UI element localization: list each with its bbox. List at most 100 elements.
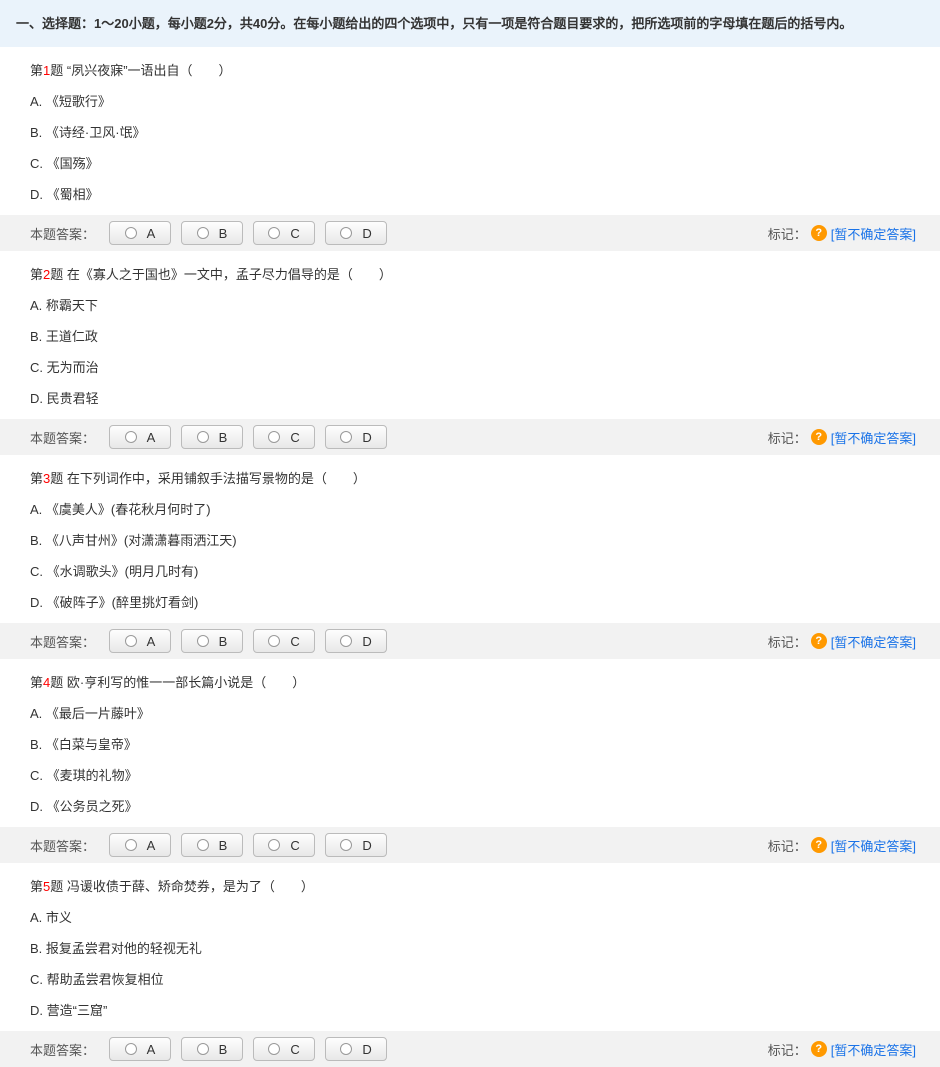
question-option: C. 《麦琪的礼物》 bbox=[30, 766, 940, 787]
q-suffix: 题 bbox=[50, 267, 63, 282]
answer-letter: D bbox=[362, 1042, 371, 1057]
radio-icon bbox=[125, 635, 137, 647]
answer-button-c[interactable]: C bbox=[253, 833, 315, 857]
radio-icon bbox=[125, 839, 137, 851]
mark-label: 标记： bbox=[768, 1040, 807, 1059]
question-option: D. 《破阵子》(醉里挑灯看剑) bbox=[30, 593, 940, 614]
answer-left: 本题答案： A B C D bbox=[30, 425, 387, 449]
radio-icon bbox=[197, 227, 209, 239]
question-option: A. 市义 bbox=[30, 908, 940, 929]
answer-button-b[interactable]: B bbox=[181, 425, 243, 449]
question-option: C. 《水调歌头》(明月几时有) bbox=[30, 562, 940, 583]
q-prefix: 第 bbox=[30, 63, 43, 78]
help-icon[interactable]: ? bbox=[811, 837, 827, 853]
answer-label: 本题答案： bbox=[30, 1040, 95, 1059]
uncertain-answer-link[interactable]: [暂不确定答案] bbox=[831, 224, 916, 243]
help-icon[interactable]: ? bbox=[811, 633, 827, 649]
answer-left: 本题答案： A B C D bbox=[30, 1037, 387, 1061]
answer-button-d[interactable]: D bbox=[325, 1037, 387, 1061]
answer-letter: A bbox=[147, 226, 156, 241]
q-stem: 冯谖收债于薛、矫命焚券，是为了（ ） bbox=[67, 879, 314, 894]
question-title: 第5题 冯谖收债于薛、矫命焚券，是为了（ ） bbox=[30, 877, 940, 898]
answer-letter: C bbox=[290, 634, 299, 649]
help-icon[interactable]: ? bbox=[811, 1041, 827, 1057]
answer-letter: D bbox=[362, 430, 371, 445]
question-option: B. 《诗经·卫风·氓》 bbox=[30, 123, 940, 144]
q-suffix: 题 bbox=[50, 63, 63, 78]
q-stem: “夙兴夜寐”一语出自（ ） bbox=[67, 63, 232, 78]
answer-right: 标记： ? [暂不确定答案] bbox=[768, 1040, 928, 1059]
question-option: A. 《虞美人》(春花秋月何时了) bbox=[30, 500, 940, 521]
answer-button-d[interactable]: D bbox=[325, 221, 387, 245]
answer-right: 标记： ? [暂不确定答案] bbox=[768, 836, 928, 855]
question-option: B. 《八声甘州》(对潇潇暮雨洒江天) bbox=[30, 531, 940, 552]
radio-icon bbox=[268, 227, 280, 239]
question-option: C. 无为而治 bbox=[30, 358, 940, 379]
answer-label: 本题答案： bbox=[30, 428, 95, 447]
answer-button-a[interactable]: A bbox=[109, 629, 171, 653]
q-prefix: 第 bbox=[30, 879, 43, 894]
uncertain-answer-link[interactable]: [暂不确定答案] bbox=[831, 1040, 916, 1059]
answer-button-a[interactable]: A bbox=[109, 1037, 171, 1061]
answer-label: 本题答案： bbox=[30, 836, 95, 855]
question-option: A. 《短歌行》 bbox=[30, 92, 940, 113]
uncertain-answer-link[interactable]: [暂不确定答案] bbox=[831, 428, 916, 447]
answer-button-c[interactable]: C bbox=[253, 1037, 315, 1061]
q-prefix: 第 bbox=[30, 471, 43, 486]
answer-button-b[interactable]: B bbox=[181, 221, 243, 245]
uncertain-answer-link[interactable]: [暂不确定答案] bbox=[831, 836, 916, 855]
answer-button-a[interactable]: A bbox=[109, 425, 171, 449]
question-option: D. 民贵君轻 bbox=[30, 389, 940, 410]
answer-bar: 本题答案： A B C D 标记： ? [暂不确定答案] bbox=[0, 827, 940, 863]
q-suffix: 题 bbox=[50, 879, 63, 894]
answer-button-b[interactable]: B bbox=[181, 833, 243, 857]
answer-letter: C bbox=[290, 430, 299, 445]
radio-icon bbox=[125, 1043, 137, 1055]
uncertain-answer-link[interactable]: [暂不确定答案] bbox=[831, 632, 916, 651]
answer-button-b[interactable]: B bbox=[181, 1037, 243, 1061]
answer-letter: B bbox=[219, 634, 228, 649]
answer-button-d[interactable]: D bbox=[325, 629, 387, 653]
answer-button-a[interactable]: A bbox=[109, 221, 171, 245]
radio-icon bbox=[268, 1043, 280, 1055]
question-block: 第2题 在《寡人之于国也》一文中，孟子尽力倡导的是（ ） A. 称霸天下 B. … bbox=[0, 251, 940, 409]
question-option: D. 营造“三窟” bbox=[30, 1001, 940, 1022]
q-stem: 在下列词作中，采用铺叙手法描写景物的是（ ） bbox=[67, 471, 366, 486]
question-block: 第5题 冯谖收债于薛、矫命焚券，是为了（ ） A. 市义 B. 报复孟尝君对他的… bbox=[0, 863, 940, 1021]
radio-icon bbox=[340, 227, 352, 239]
answer-bar: 本题答案： A B C D 标记： ? [暂不确定答案] bbox=[0, 419, 940, 455]
answer-bar: 本题答案： A B C D 标记： ? [暂不确定答案] bbox=[0, 215, 940, 251]
q-suffix: 题 bbox=[50, 471, 63, 486]
answer-letter: B bbox=[219, 430, 228, 445]
answer-button-b[interactable]: B bbox=[181, 629, 243, 653]
help-icon[interactable]: ? bbox=[811, 225, 827, 241]
question-option: B. 王道仁政 bbox=[30, 327, 940, 348]
help-icon[interactable]: ? bbox=[811, 429, 827, 445]
radio-icon bbox=[197, 431, 209, 443]
question-title: 第2题 在《寡人之于国也》一文中，孟子尽力倡导的是（ ） bbox=[30, 265, 940, 286]
question-block: 第1题 “夙兴夜寐”一语出自（ ） A. 《短歌行》 B. 《诗经·卫风·氓》 … bbox=[0, 47, 940, 205]
answer-letter: C bbox=[290, 838, 299, 853]
answer-left: 本题答案： A B C D bbox=[30, 221, 387, 245]
answer-button-d[interactable]: D bbox=[325, 833, 387, 857]
answer-right: 标记： ? [暂不确定答案] bbox=[768, 428, 928, 447]
answer-letter: B bbox=[219, 838, 228, 853]
question-title: 第3题 在下列词作中，采用铺叙手法描写景物的是（ ） bbox=[30, 469, 940, 490]
radio-icon bbox=[197, 839, 209, 851]
radio-icon bbox=[268, 635, 280, 647]
radio-icon bbox=[268, 839, 280, 851]
answer-letter: A bbox=[147, 634, 156, 649]
answer-button-c[interactable]: C bbox=[253, 629, 315, 653]
radio-icon bbox=[340, 431, 352, 443]
answer-button-d[interactable]: D bbox=[325, 425, 387, 449]
answer-button-a[interactable]: A bbox=[109, 833, 171, 857]
answer-left: 本题答案： A B C D bbox=[30, 833, 387, 857]
answer-bar: 本题答案： A B C D 标记： ? [暂不确定答案] bbox=[0, 1031, 940, 1067]
answer-button-c[interactable]: C bbox=[253, 221, 315, 245]
answer-letter: D bbox=[362, 838, 371, 853]
answer-button-c[interactable]: C bbox=[253, 425, 315, 449]
question-block: 第4题 欧·亨利写的惟一一部长篇小说是（ ） A. 《最后一片藤叶》 B. 《白… bbox=[0, 659, 940, 817]
q-prefix: 第 bbox=[30, 267, 43, 282]
answer-letter: A bbox=[147, 1042, 156, 1057]
question-option: C. 《国殇》 bbox=[30, 154, 940, 175]
